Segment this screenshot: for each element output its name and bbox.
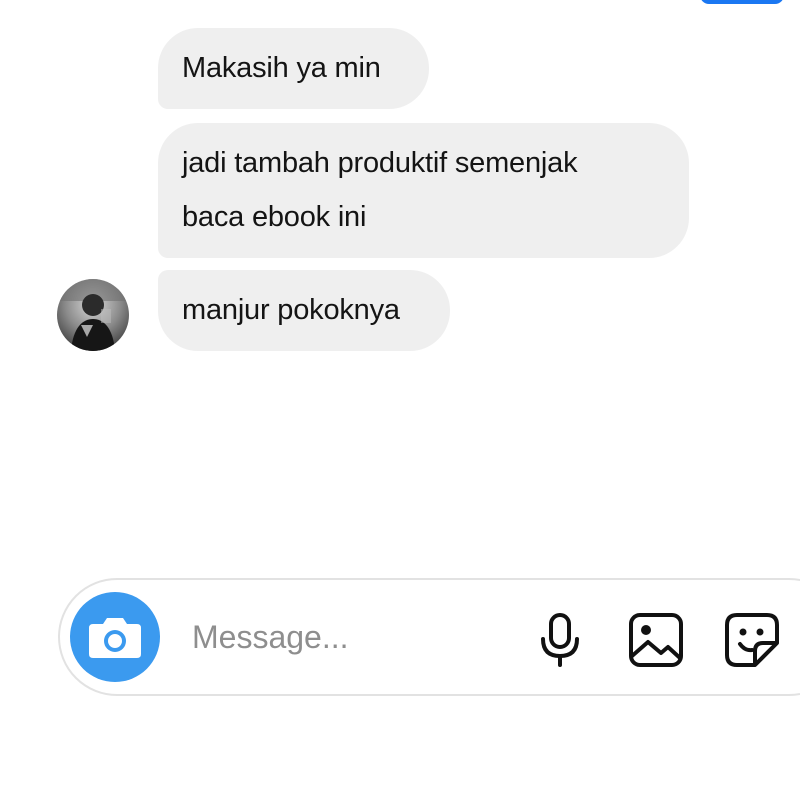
image-icon [629,613,683,667]
avatar-image [57,279,129,351]
top-action-button[interactable] [700,0,784,4]
avatar[interactable] [57,279,129,351]
camera-button[interactable] [70,592,160,682]
message-bubble[interactable]: jadi tambah produktif semenjak baca eboo… [158,123,689,258]
message-input[interactable] [192,612,512,662]
sticker-icon [725,613,779,667]
microphone-icon [541,613,579,667]
camera-icon [89,618,141,658]
message-bubble[interactable]: manjur pokoknya [158,270,450,351]
message-text: manjur pokoknya [182,294,400,326]
gallery-button[interactable] [626,610,686,670]
microphone-button[interactable] [530,610,590,670]
message-text: baca ebook ini [182,201,367,233]
message-text: Makasih ya min [182,52,381,84]
message-text: jadi tambah produktif semenjak [182,147,578,179]
chat-screen: Makasih ya min jadi tambah produktif sem… [0,0,800,800]
message-bubble[interactable]: Makasih ya min [158,28,429,109]
sticker-button[interactable] [722,610,782,670]
